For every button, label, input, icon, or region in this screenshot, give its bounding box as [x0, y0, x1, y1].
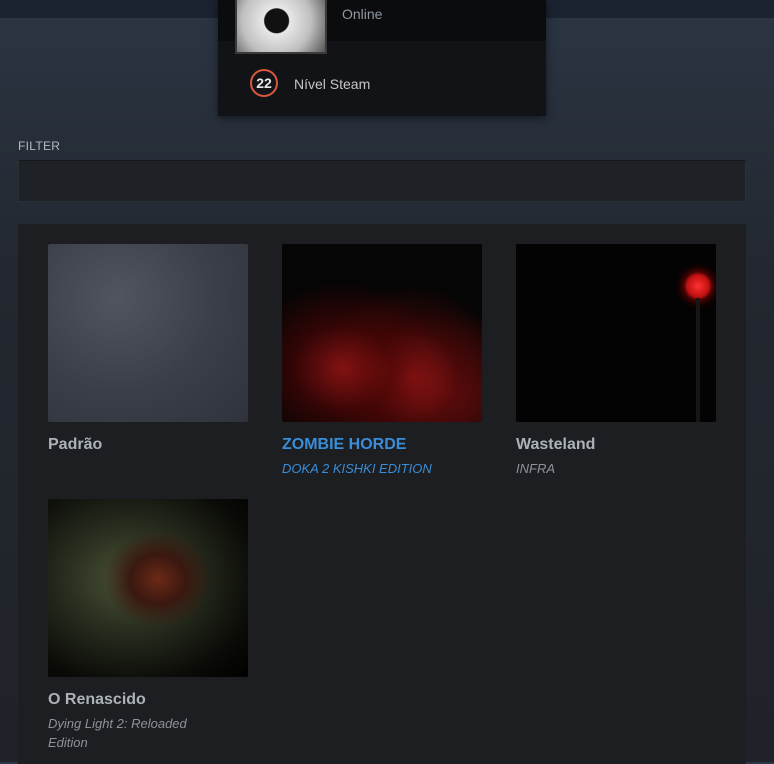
item-subtitle: DOKA 2 KISHKI EDITION — [282, 461, 432, 476]
item-title: Wasteland — [516, 436, 596, 453]
background-grid: Padrão ZOMBIE HORDE DOKA 2 KISHKI EDITIO… — [18, 224, 746, 764]
item-title: O Renascido — [48, 691, 146, 708]
filter-input[interactable] — [18, 160, 746, 202]
avatar[interactable] — [235, 0, 327, 54]
pole-shape — [696, 298, 700, 422]
item-subtitle: Dying Light 2: Reloaded Edition — [48, 716, 187, 750]
item-padrao[interactable]: Padrão — [48, 244, 248, 454]
item-thumbnail[interactable] — [282, 244, 482, 422]
item-zombie-horde[interactable]: ZOMBIE HORDE DOKA 2 KISHKI EDITION — [282, 244, 482, 478]
item-thumbnail[interactable] — [516, 244, 716, 422]
item-o-renascido[interactable]: O Renascido Dying Light 2: Reloaded Edit… — [48, 499, 248, 752]
profile-card: Online 22 Nível Steam — [218, 0, 546, 116]
item-subtitle: INFRA — [516, 461, 555, 476]
item-title: Padrão — [48, 436, 103, 453]
red-light-icon — [684, 272, 712, 300]
item-thumbnail[interactable] — [48, 244, 248, 422]
item-title: ZOMBIE HORDE — [282, 436, 407, 453]
item-thumbnail[interactable] — [48, 499, 248, 677]
item-wasteland[interactable]: Wasteland INFRA — [516, 244, 716, 478]
steam-level-label: Nível Steam — [294, 76, 371, 92]
filter-label: FILTER — [18, 139, 61, 153]
steam-level-badge: 22 — [250, 69, 278, 97]
online-status: Online — [342, 6, 383, 22]
